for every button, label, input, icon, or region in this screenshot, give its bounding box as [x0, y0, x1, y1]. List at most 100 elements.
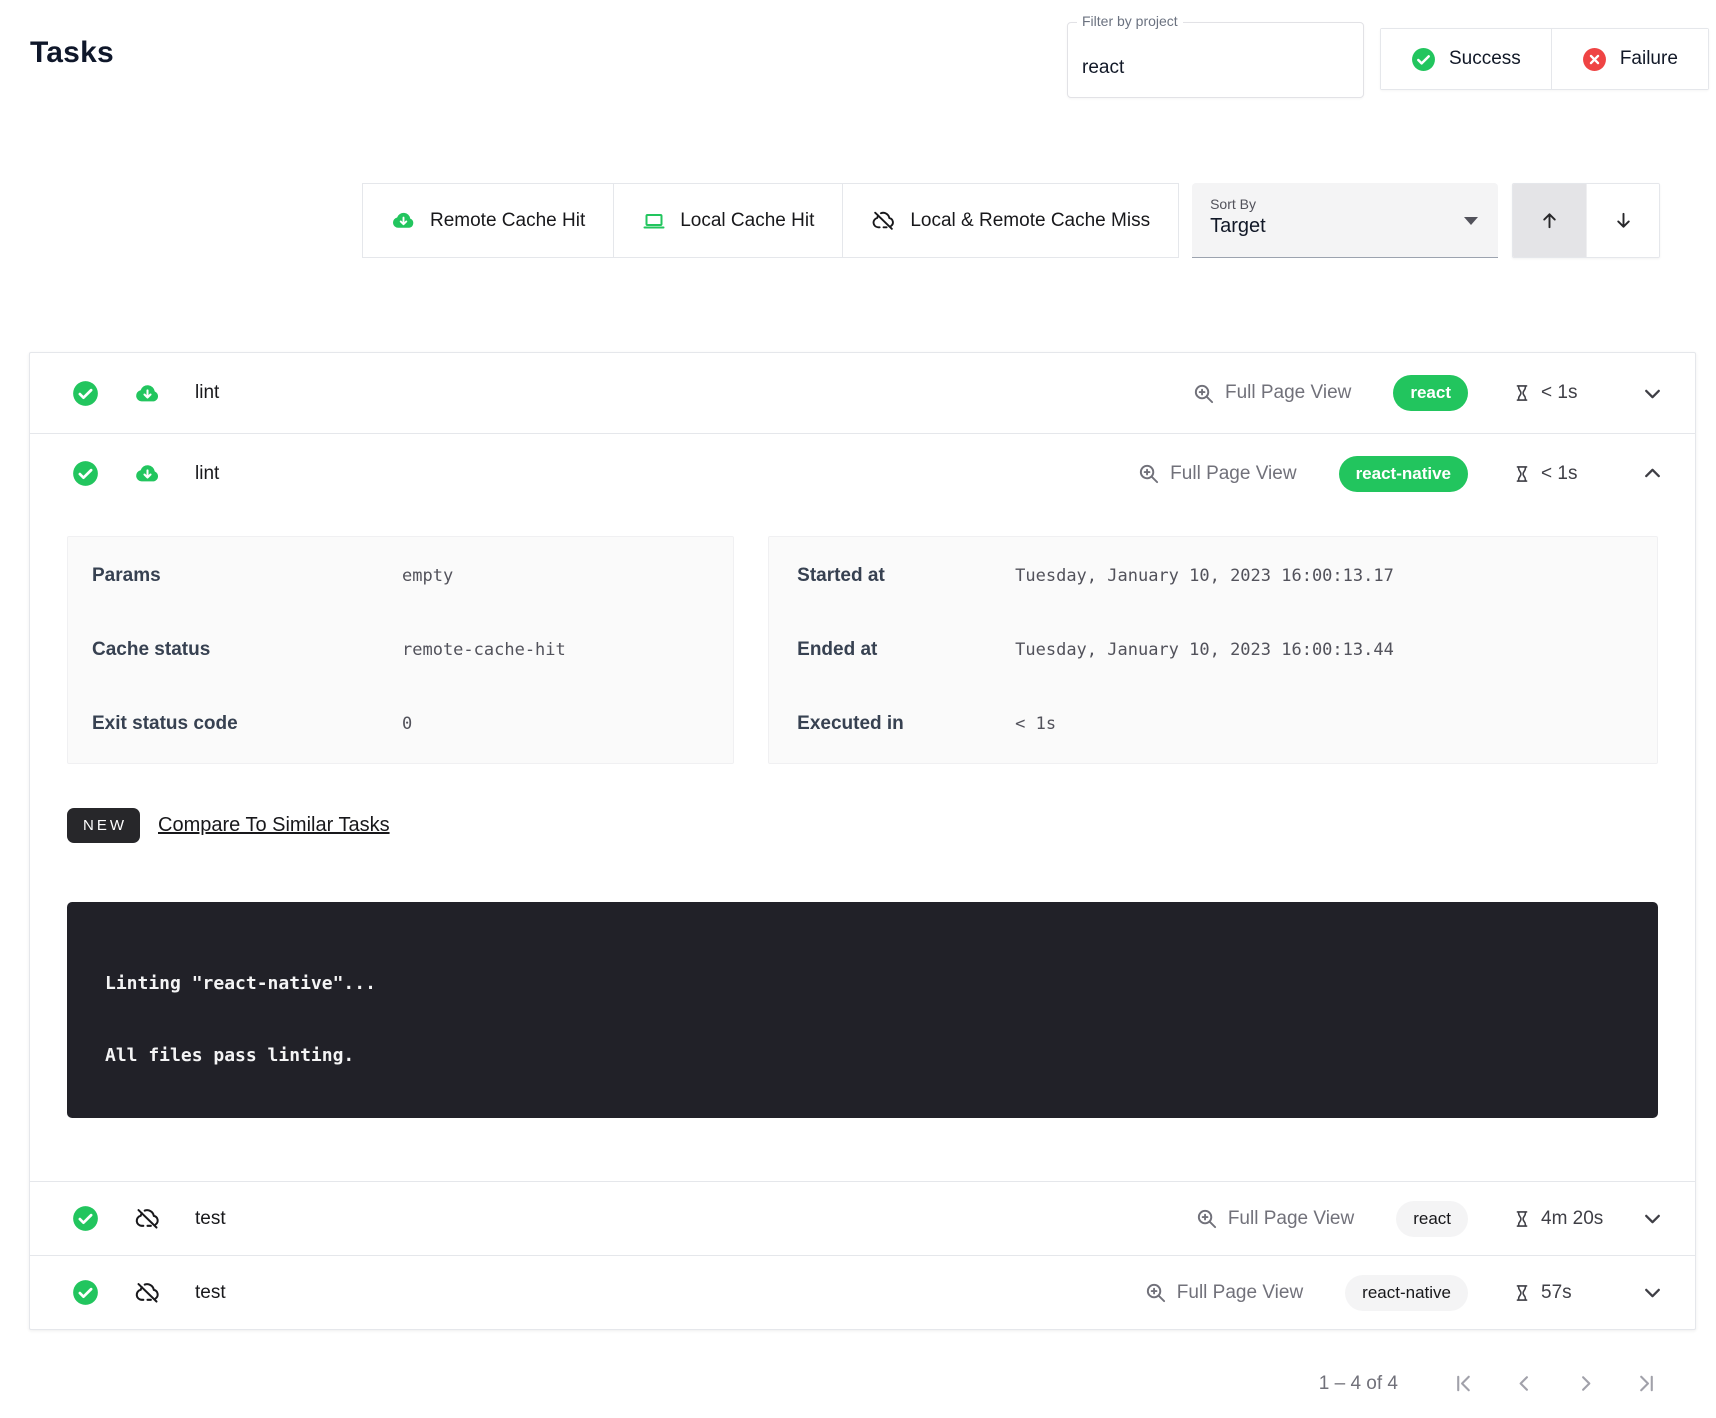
cache-miss-icon: [134, 1279, 161, 1306]
remote-cache-hit-icon: [134, 460, 161, 487]
cache-filter-group: Remote Cache Hit Local Cache Hit Local &…: [362, 183, 1179, 258]
arrow-down-icon: [1612, 209, 1635, 232]
filter-toolbar: Remote Cache Hit Local Cache Hit Local &…: [362, 183, 1660, 258]
params-row: Params empty: [68, 539, 733, 613]
sort-descending-button[interactable]: [1586, 184, 1659, 257]
project-filter: Filter by project: [1067, 22, 1364, 98]
full-page-view-link[interactable]: Full Page View: [1137, 462, 1296, 485]
task-row-test-react-native[interactable]: test Full Page View react-native 57s: [30, 1255, 1695, 1329]
executed-in-label: Executed in: [797, 713, 1015, 735]
params-value: empty: [402, 566, 453, 586]
pagination-range: 1 – 4 of 4: [1319, 1373, 1398, 1395]
failure-filter-label: Failure: [1620, 48, 1678, 70]
project-badge: react-native: [1339, 456, 1468, 492]
chevron-up-icon[interactable]: [1640, 461, 1665, 486]
hourglass-icon: [1512, 383, 1532, 403]
full-page-view-label: Full Page View: [1228, 1208, 1354, 1230]
chevron-down-icon[interactable]: [1640, 1206, 1665, 1231]
remote-cache-hit-filter-button[interactable]: Remote Cache Hit: [363, 184, 613, 257]
task-row-lint-react[interactable]: lint Full Page View react < 1s: [30, 353, 1695, 433]
full-page-view-link[interactable]: Full Page View: [1144, 1281, 1303, 1304]
tasks-page: Tasks Filter by project Success Failure: [0, 0, 1716, 1418]
started-at-value: Tuesday, January 10, 2023 16:00:13.17: [1015, 566, 1394, 586]
remote-cache-hit-label: Remote Cache Hit: [430, 210, 585, 232]
cache-miss-label: Local & Remote Cache Miss: [910, 210, 1150, 232]
terminal-line: Linting "react-native"...: [105, 974, 1638, 994]
task-name: test: [195, 1208, 226, 1230]
failure-filter-button[interactable]: Failure: [1551, 29, 1708, 89]
task-details: Params empty Cache status remote-cache-h…: [30, 513, 1695, 1181]
failure-x-icon: [1582, 47, 1607, 72]
cache-status-label: Cache status: [92, 639, 402, 661]
task-meta-panel: Params empty Cache status remote-cache-h…: [67, 536, 734, 764]
task-duration: < 1s: [1512, 382, 1618, 404]
executed-in-value: < 1s: [1015, 714, 1056, 734]
page-title: Tasks: [30, 36, 114, 70]
zoom-in-icon: [1137, 462, 1160, 485]
task-list: lint Full Page View react < 1s: [29, 352, 1696, 1330]
ended-at-value: Tuesday, January 10, 2023 16:00:13.44: [1015, 640, 1394, 660]
task-duration: < 1s: [1512, 463, 1618, 485]
full-page-view-link[interactable]: Full Page View: [1192, 382, 1351, 405]
zoom-in-icon: [1192, 382, 1215, 405]
pagination: 1 – 4 of 4: [1319, 1372, 1658, 1395]
task-duration: 4m 20s: [1512, 1208, 1618, 1230]
success-status-icon: [72, 380, 99, 407]
task-name: lint: [195, 382, 219, 404]
sort-ascending-button[interactable]: [1513, 184, 1586, 257]
last-page-button[interactable]: [1635, 1372, 1658, 1395]
next-page-button[interactable]: [1574, 1372, 1597, 1395]
status-filter-group: Success Failure: [1380, 28, 1709, 90]
task-name: test: [195, 1282, 226, 1304]
params-label: Params: [92, 565, 402, 587]
project-badge: react: [1393, 375, 1468, 411]
new-badge: NEW: [67, 808, 140, 843]
started-at-row: Started at Tuesday, January 10, 2023 16:…: [769, 539, 1657, 613]
sort-by-label: Sort By: [1210, 196, 1498, 212]
success-status-icon: [72, 1279, 99, 1306]
cache-status-value: remote-cache-hit: [402, 640, 566, 660]
success-check-icon: [1411, 47, 1436, 72]
chevron-down-icon[interactable]: [1640, 1280, 1665, 1305]
project-filter-input[interactable]: [1068, 23, 1363, 97]
full-page-view-link[interactable]: Full Page View: [1195, 1207, 1354, 1230]
project-badge: react: [1396, 1201, 1468, 1237]
first-page-button[interactable]: [1452, 1372, 1475, 1395]
sort-by-value: Target: [1210, 215, 1498, 238]
hourglass-icon: [1512, 464, 1532, 484]
terminal-output: Linting "react-native"... All files pass…: [67, 902, 1658, 1118]
exit-code-value: 0: [402, 714, 412, 734]
success-filter-button[interactable]: Success: [1381, 29, 1551, 89]
ended-at-label: Ended at: [797, 639, 1015, 661]
caret-down-icon: [1464, 217, 1478, 225]
project-badge: react-native: [1345, 1275, 1468, 1311]
full-page-view-label: Full Page View: [1170, 463, 1296, 485]
local-cache-hit-label: Local Cache Hit: [680, 210, 814, 232]
laptop-icon: [642, 209, 666, 233]
cache-miss-icon: [134, 1205, 161, 1232]
task-duration: 57s: [1512, 1282, 1618, 1304]
chevron-down-icon[interactable]: [1640, 381, 1665, 406]
task-name: lint: [195, 463, 219, 485]
started-at-label: Started at: [797, 565, 1015, 587]
cache-miss-filter-button[interactable]: Local & Remote Cache Miss: [842, 184, 1178, 257]
remote-cache-hit-icon: [134, 380, 161, 407]
full-page-view-label: Full Page View: [1225, 382, 1351, 404]
sort-order-group: [1512, 183, 1660, 258]
cloud-slash-icon: [871, 208, 896, 233]
compare-row: NEW Compare To Similar Tasks: [67, 808, 1658, 843]
local-cache-hit-filter-button[interactable]: Local Cache Hit: [613, 184, 842, 257]
previous-page-button[interactable]: [1513, 1372, 1536, 1395]
compare-to-similar-tasks-link[interactable]: Compare To Similar Tasks: [158, 814, 390, 837]
task-row-test-react[interactable]: test Full Page View react 4m 20s: [30, 1181, 1695, 1255]
hourglass-icon: [1512, 1283, 1532, 1303]
exit-code-label: Exit status code: [92, 713, 402, 735]
success-filter-label: Success: [1449, 48, 1521, 70]
sort-by-select[interactable]: Sort By Target: [1192, 183, 1498, 258]
arrow-up-icon: [1538, 209, 1561, 232]
ended-at-row: Ended at Tuesday, January 10, 2023 16:00…: [769, 613, 1657, 687]
task-row-lint-react-native[interactable]: lint Full Page View react-native < 1s: [30, 433, 1695, 513]
project-filter-label: Filter by project: [1077, 13, 1183, 29]
executed-in-row: Executed in < 1s: [769, 687, 1657, 761]
exit-code-row: Exit status code 0: [68, 687, 733, 761]
